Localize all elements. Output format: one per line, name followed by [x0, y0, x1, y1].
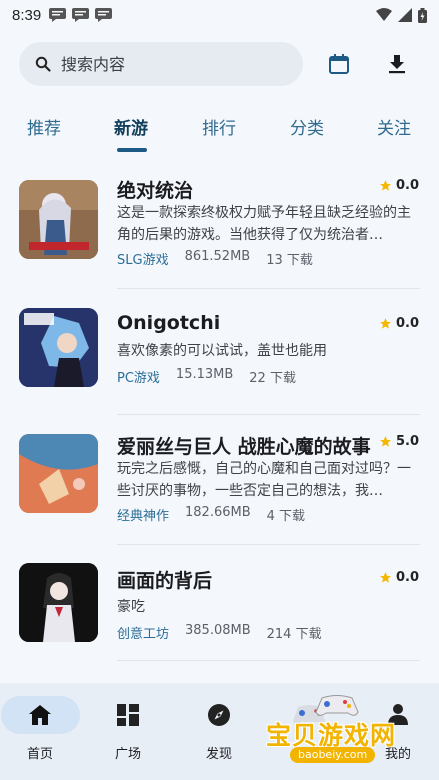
game-thumbnail	[19, 180, 98, 259]
download-icon	[389, 55, 405, 74]
divider	[117, 288, 420, 289]
game-title: 画面的背后	[117, 570, 213, 592]
home-icon	[29, 705, 51, 725]
game-category[interactable]: 创意工坊	[117, 623, 169, 642]
message-icon	[72, 8, 90, 22]
game-rating: 0.0	[379, 570, 419, 585]
game-description: 喜欢像素的可以试试，盖世也能用	[117, 343, 327, 359]
rating-value: 0.0	[395, 570, 419, 585]
game-description: 玩完之后感慨，自己的心魔和自己面对过吗？一些讨厌的事物，一些否定自己的想法，我…	[117, 461, 411, 499]
game-title: Onigotchi	[117, 312, 221, 334]
rating-value: 0.0	[395, 178, 419, 193]
game-rating: 0.0	[379, 178, 419, 193]
tab-categories[interactable]: 分类	[290, 114, 324, 139]
game-meta: PC游戏 15.13MB 22 下载	[117, 367, 296, 386]
game-thumbnail	[19, 308, 98, 387]
game-downloads: 13 下载	[266, 253, 313, 268]
star-icon	[380, 180, 391, 191]
game-size: 861.52MB	[184, 249, 251, 264]
watermark: 宝贝游戏网 baobeiy.com	[262, 690, 412, 770]
game-thumbnail	[19, 434, 98, 513]
tab-ranking[interactable]: 排行	[202, 114, 236, 139]
nav-label: 广场	[114, 747, 141, 762]
divider	[117, 544, 420, 545]
grid-icon	[117, 704, 139, 726]
game-list-item[interactable]: 绝对统治 0.0 这是一款探索终极权力赋予年轻且缺乏经验的主角的后果的游戏。当他…	[0, 160, 439, 289]
star-icon	[380, 436, 391, 447]
game-downloads: 22 下载	[249, 371, 296, 386]
battery-icon	[418, 7, 427, 23]
game-title: 爱丽丝与巨人 战胜心魔的故事	[117, 436, 371, 458]
game-list-item[interactable]: Onigotchi 0.0 喜欢像素的可以试试，盖世也能用 PC游戏 15.13…	[0, 290, 439, 418]
search-bar[interactable]	[19, 42, 303, 86]
compass-icon	[208, 704, 230, 726]
nav-label: 首页	[26, 747, 53, 762]
game-size: 15.13MB	[175, 367, 234, 382]
game-list-item[interactable]: 画面的背后 0.0 豪吃 创意工坊 385.08MB 214 下载	[0, 546, 439, 674]
game-title: 绝对统治	[117, 180, 194, 202]
nav-item-home[interactable]: 首页	[0, 683, 80, 780]
game-meta: 经典神作 182.66MB 4 下载	[117, 505, 305, 524]
watermark-url: baobeiy.com	[290, 747, 376, 763]
divider	[117, 660, 420, 661]
game-downloads: 4 下载	[266, 509, 306, 524]
game-downloads: 214 下载	[266, 627, 322, 642]
calendar-icon	[329, 54, 349, 74]
game-size: 182.66MB	[185, 505, 251, 520]
game-category[interactable]: 经典神作	[117, 505, 169, 524]
wifi-icon	[376, 8, 392, 21]
category-tabs: 推荐 新游 排行 分类 关注	[0, 108, 439, 152]
tab-recommend[interactable]: 推荐	[27, 114, 61, 139]
star-icon	[380, 572, 391, 583]
game-meta: 创意工坊 385.08MB 214 下载	[117, 623, 322, 642]
game-rating: 5.0	[379, 434, 419, 449]
status-bar: 8:39	[0, 0, 439, 30]
nav-label: 发现	[205, 747, 232, 762]
tab-following[interactable]: 关注	[377, 114, 411, 139]
game-list-item[interactable]: 爱丽丝与巨人 战胜心魔的故事 5.0 玩完之后感慨，自己的心魔和自己面对过吗？一…	[0, 416, 439, 545]
tab-indicator	[117, 148, 147, 152]
divider	[117, 414, 420, 415]
watermark-logo-icon	[315, 695, 359, 716]
search-row	[19, 42, 420, 86]
game-rating: 0.0	[379, 316, 419, 331]
game-size: 385.08MB	[185, 623, 251, 638]
search-icon	[35, 56, 51, 72]
calendar-button[interactable]	[325, 50, 353, 78]
game-meta: SLG游戏 861.52MB 13 下载	[117, 249, 313, 268]
message-icon	[95, 8, 113, 22]
game-category[interactable]: PC游戏	[117, 367, 160, 386]
rating-value: 5.0	[395, 434, 419, 449]
game-description: 豪吃	[117, 599, 145, 615]
message-icon	[49, 8, 67, 22]
nav-item-discover[interactable]: 发现	[179, 683, 259, 780]
game-thumbnail	[19, 563, 98, 642]
nav-item-square[interactable]: 广场	[88, 683, 168, 780]
download-button[interactable]	[383, 50, 411, 78]
game-category[interactable]: SLG游戏	[117, 249, 169, 268]
signal-icon	[398, 8, 412, 22]
star-icon	[380, 318, 391, 329]
status-time: 8:39	[12, 6, 42, 24]
rating-value: 0.0	[395, 316, 419, 331]
game-description: 这是一款探索终极权力赋予年轻且缺乏经验的主角的后果的游戏。当他获得了仅为统治者…	[117, 205, 411, 243]
tab-new-games[interactable]: 新游	[114, 114, 148, 139]
search-input[interactable]	[61, 54, 261, 74]
